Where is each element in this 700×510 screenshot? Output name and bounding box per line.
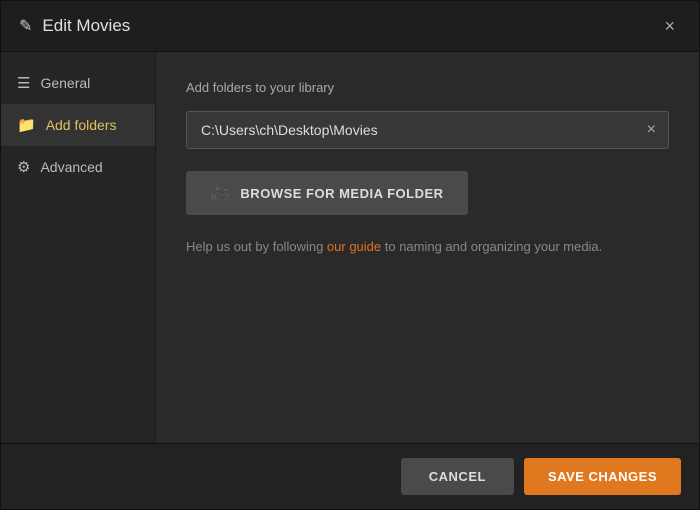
cancel-button[interactable]: CANCEL [401, 458, 514, 495]
save-changes-button[interactable]: SAVE CHANGES [524, 458, 681, 495]
close-button[interactable]: × [658, 15, 681, 37]
main-content: Add folders to your library C:\Users\ch\… [156, 52, 699, 443]
help-text-before: Help us out by following [186, 239, 327, 254]
folder-path: C:\Users\ch\Desktop\Movies [187, 112, 635, 148]
our-guide-link[interactable]: our guide [327, 239, 381, 254]
gear-icon: ⚙ [17, 158, 30, 176]
dialog-title: Edit Movies [42, 16, 130, 36]
dialog-footer: CANCEL SAVE CHANGES [1, 443, 699, 509]
sidebar-item-add-folders[interactable]: 📁 Add folders [1, 104, 155, 146]
sidebar-item-general[interactable]: ☰ General [1, 62, 155, 104]
help-text: Help us out by following our guide to na… [186, 237, 669, 257]
dialog-body: ☰ General 📁 Add folders ⚙ Advanced Add f… [1, 52, 699, 443]
browse-button-label: BROWSE FOR MEDIA FOLDER [240, 186, 443, 201]
sidebar: ☰ General 📁 Add folders ⚙ Advanced [1, 52, 156, 443]
folder-input-row: C:\Users\ch\Desktop\Movies × [186, 111, 669, 149]
folder-clear-button[interactable]: × [635, 114, 668, 146]
dialog-header: ✎ Edit Movies × [1, 1, 699, 52]
camera-icon: 🎥 [210, 183, 230, 203]
header-left: ✎ Edit Movies [19, 16, 130, 36]
sidebar-item-add-folders-label: Add folders [46, 117, 117, 133]
pencil-icon: ✎ [19, 16, 32, 36]
hamburger-icon: ☰ [17, 74, 30, 92]
folder-icon: 📁 [17, 116, 36, 134]
browse-for-media-folder-button[interactable]: 🎥 BROWSE FOR MEDIA FOLDER [186, 171, 468, 215]
sidebar-item-general-label: General [40, 75, 90, 91]
edit-movies-dialog: ✎ Edit Movies × ☰ General 📁 Add folders … [0, 0, 700, 510]
help-text-after: to naming and organizing your media. [381, 239, 602, 254]
sidebar-item-advanced[interactable]: ⚙ Advanced [1, 146, 155, 188]
sidebar-item-advanced-label: Advanced [40, 159, 102, 175]
section-label: Add folders to your library [186, 80, 669, 95]
